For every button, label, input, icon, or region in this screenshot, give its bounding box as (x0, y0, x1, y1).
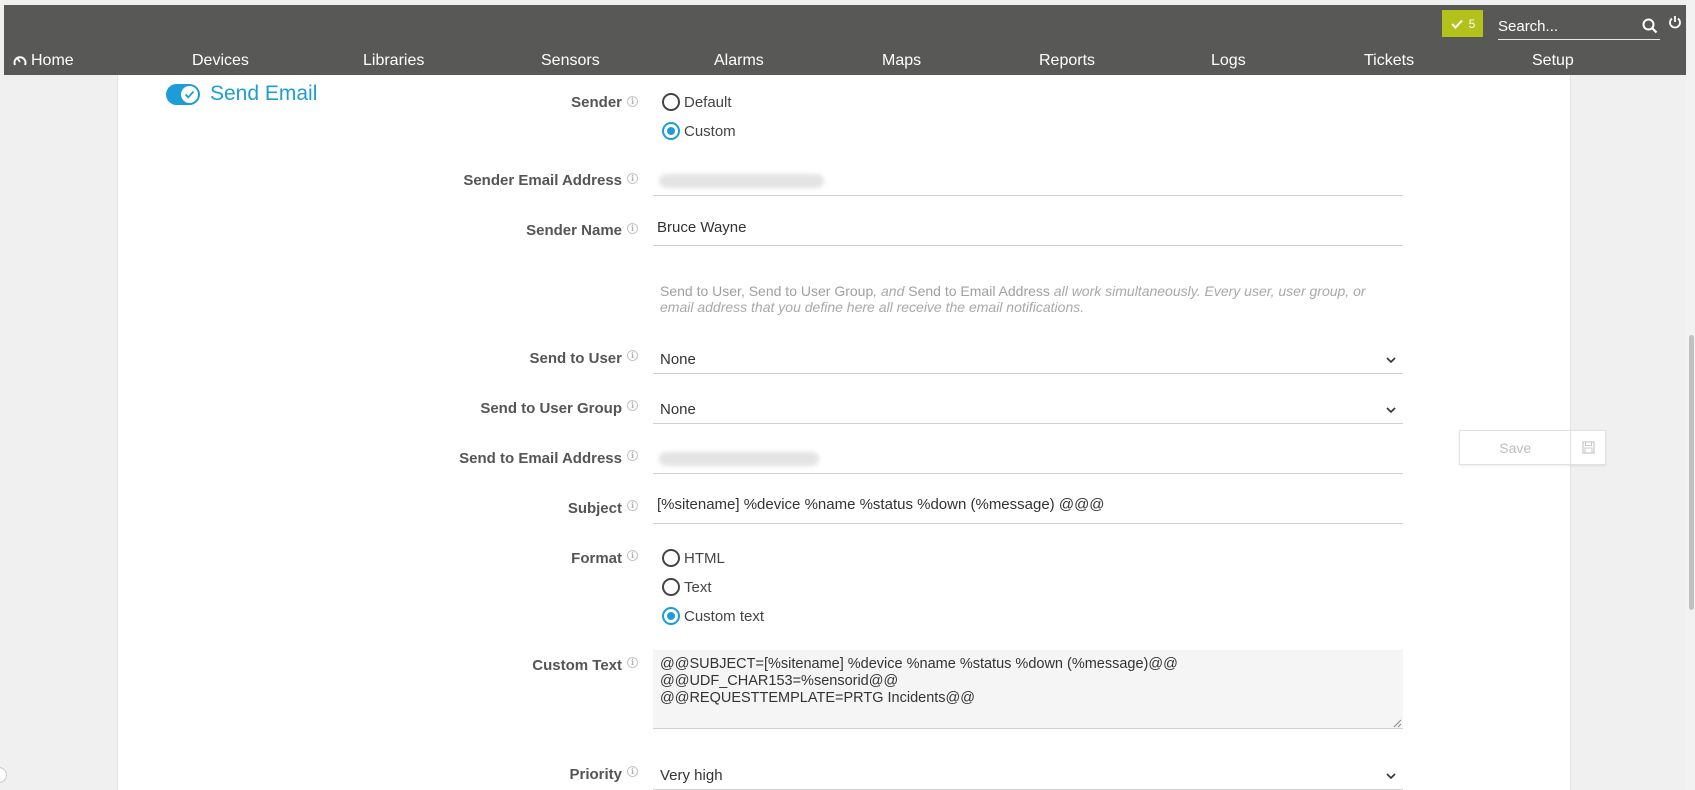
nav-item-maps[interactable]: Maps (882, 52, 921, 70)
scrollbar-thumb[interactable] (1689, 335, 1694, 610)
info-icon[interactable]: i (627, 173, 638, 184)
search-input[interactable] (1498, 13, 1638, 39)
format-radio-custom-text[interactable]: Custom text (662, 607, 764, 625)
checkmark-icon (184, 90, 195, 99)
nav-item-reports[interactable]: Reports (1039, 52, 1095, 70)
section-title: Send Email (210, 82, 318, 105)
nav-item-logs[interactable]: Logs (1211, 52, 1246, 70)
search-box (1498, 13, 1660, 40)
save-icon-button[interactable] (1570, 431, 1605, 464)
hint-term: Send to Email Address (908, 283, 1050, 299)
send-email-section-header: Send Email (166, 82, 317, 106)
redacted-value (659, 174, 824, 188)
notification-badge[interactable]: 5 (1442, 10, 1483, 37)
radio-circle (662, 549, 680, 567)
info-icon[interactable]: i (627, 657, 638, 668)
info-icon[interactable]: i (627, 550, 638, 561)
redacted-value (659, 452, 819, 466)
search-icon[interactable] (1642, 18, 1658, 34)
radio-circle (662, 578, 680, 596)
power-icon[interactable] (1668, 15, 1682, 29)
radio-label: Custom (684, 122, 736, 140)
corner-indicator (0, 767, 7, 783)
subject-label: Subject (567, 500, 622, 517)
sender-email-field[interactable] (653, 170, 1403, 196)
sender-name-input[interactable] (653, 219, 1403, 236)
custom-text-label: Custom Text (532, 657, 622, 674)
send-to-hint: Send to User, Send to User Group, and Se… (660, 283, 1400, 315)
nav-item-libraries[interactable]: Libraries (363, 52, 424, 70)
nav-item-devices[interactable]: Devices (192, 52, 249, 70)
hint-sep: , and (873, 283, 909, 299)
send-to-email-label: Send to Email Address (459, 450, 622, 467)
sender-email-label: Sender Email Address (463, 172, 622, 189)
radio-label: Custom text (684, 607, 765, 625)
select-value: None (660, 351, 696, 368)
main-nav: Home Devices Libraries Sensors Alarms Ma… (4, 49, 1686, 75)
info-icon[interactable]: i (627, 96, 638, 107)
send-to-user-group-label: Send to User Group (480, 400, 622, 417)
radio-label: Default (684, 93, 732, 111)
priority-label: Priority (569, 766, 622, 783)
radio-label: HTML (684, 549, 725, 567)
nav-item-home[interactable]: Home (13, 52, 74, 70)
send-to-user-label: Send to User (529, 350, 622, 367)
nav-item-setup[interactable]: Setup (1532, 52, 1574, 70)
info-icon[interactable]: i (627, 350, 638, 361)
send-to-user-group-select[interactable]: None (653, 396, 1403, 424)
send-to-email-field[interactable] (653, 446, 1403, 474)
hint-term: Send to User (660, 283, 741, 299)
sender-name-field[interactable] (653, 219, 1403, 246)
chevron-down-icon (1386, 772, 1396, 779)
toggle-knob (181, 85, 198, 103)
badge-count: 5 (1468, 16, 1476, 31)
radio-circle (662, 93, 680, 111)
select-value: Very high (660, 767, 723, 784)
radio-circle (662, 122, 680, 140)
send-to-user-select[interactable]: None (653, 346, 1403, 374)
sender-name-label: Sender Name (526, 222, 622, 239)
info-icon[interactable]: i (627, 766, 638, 777)
send-email-toggle[interactable] (166, 83, 200, 105)
format-label: Format (571, 550, 622, 567)
checkmark-icon (1450, 19, 1463, 29)
sender-radio-custom[interactable]: Custom (662, 122, 736, 140)
hint-sep: , (740, 283, 749, 299)
nav-item-alarms[interactable]: Alarms (714, 52, 764, 70)
info-icon[interactable]: i (627, 500, 638, 511)
info-icon[interactable]: i (627, 223, 638, 234)
top-navbar: 5 Home Devices Libraries Sensors Alarms … (4, 5, 1686, 75)
radio-label: Text (684, 578, 712, 596)
nav-item-sensors[interactable]: Sensors (541, 52, 600, 70)
format-radio-html[interactable]: HTML (662, 549, 725, 567)
info-icon[interactable]: i (627, 450, 638, 461)
nav-item-tickets[interactable]: Tickets (1364, 52, 1414, 70)
floppy-disk-icon (1582, 441, 1595, 454)
sender-label: Sender (571, 94, 622, 111)
subject-field[interactable] (653, 496, 1403, 524)
save-button[interactable]: Save (1460, 440, 1570, 456)
info-icon[interactable]: i (627, 400, 638, 411)
subject-input[interactable] (653, 496, 1403, 513)
radio-circle (662, 607, 680, 625)
chevron-down-icon (1386, 406, 1396, 413)
custom-text-textarea[interactable]: @@SUBJECT=[%sitename] %device %name %sta… (653, 650, 1403, 729)
hint-term: Send to User Group (748, 283, 874, 299)
select-value: None (660, 401, 696, 418)
nav-item-label: Home (31, 52, 74, 69)
format-radio-text[interactable]: Text (662, 578, 712, 596)
chevron-down-icon (1386, 356, 1396, 363)
priority-select[interactable]: Very high (653, 762, 1403, 790)
save-panel: Save (1459, 430, 1606, 465)
sender-radio-default[interactable]: Default (662, 93, 732, 111)
resize-handle-icon[interactable] (1393, 719, 1402, 728)
home-icon (13, 56, 27, 66)
